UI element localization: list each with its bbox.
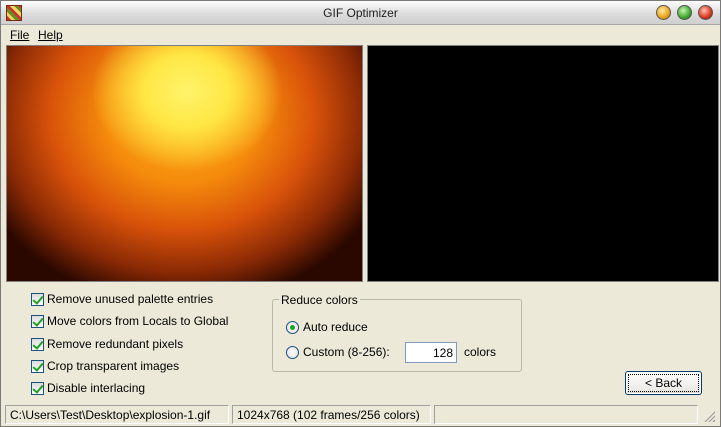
app-window: GIF Optimizer File Help Remove unused pa… (0, 0, 721, 427)
option-remove-unused-palette[interactable]: Remove unused palette entries (31, 291, 213, 307)
radio-auto-reduce-row[interactable]: Auto reduce (286, 319, 368, 335)
radio-auto-reduce[interactable] (286, 320, 299, 334)
minimize-button[interactable] (656, 5, 671, 20)
menu-file[interactable]: File (10, 28, 29, 42)
option-move-colors-global[interactable]: Move colors from Locals to Global (31, 313, 228, 329)
radio-custom[interactable] (286, 345, 299, 359)
custom-colors-input[interactable] (405, 342, 457, 363)
optimized-preview (367, 45, 719, 282)
resize-grip-icon[interactable] (703, 410, 715, 422)
close-button[interactable] (698, 5, 713, 20)
menu-help-label: Help (38, 28, 63, 42)
status-extra (434, 405, 698, 424)
menu-help[interactable]: Help (38, 28, 63, 42)
reduce-colors-group (272, 299, 522, 372)
radio-custom-row[interactable]: Custom (8-256): (286, 344, 390, 360)
radio-auto-reduce-label: Auto reduce (303, 320, 368, 334)
option-crop-transparent[interactable]: Crop transparent images (31, 358, 179, 374)
menu-file-label: File (10, 28, 30, 42)
checkbox-remove-unused-palette[interactable] (31, 292, 44, 306)
back-button[interactable]: < Back (625, 371, 702, 395)
checkbox-remove-redundant-pixels[interactable] (31, 337, 44, 351)
status-bar: C:\Users\Test\Desktop\explosion-1.gif 10… (1, 403, 720, 426)
status-image-info: 1024x768 (102 frames/256 colors) (232, 405, 431, 424)
original-preview (6, 45, 363, 282)
checkbox-crop-transparent[interactable] (31, 359, 44, 373)
option-disable-interlacing[interactable]: Disable interlacing (31, 380, 145, 396)
radio-custom-label: Custom (8-256): (303, 345, 390, 359)
colors-unit-label: colors (464, 345, 497, 359)
menu-bar: File Help (1, 26, 720, 43)
maximize-button[interactable] (677, 5, 692, 20)
option-remove-redundant-pixels[interactable]: Remove redundant pixels (31, 336, 183, 352)
option-label: Crop transparent images (47, 359, 180, 373)
status-file-path: C:\Users\Test\Desktop\explosion-1.gif (5, 405, 229, 424)
option-label: Remove redundant pixels (47, 337, 184, 351)
window-title: GIF Optimizer (323, 6, 398, 20)
title-bar[interactable]: GIF Optimizer (1, 1, 720, 25)
option-label: Disable interlacing (47, 381, 146, 395)
option-label: Move colors from Locals to Global (47, 314, 229, 328)
option-label: Remove unused palette entries (47, 292, 214, 306)
checkbox-disable-interlacing[interactable] (31, 381, 44, 395)
checkbox-move-colors-global[interactable] (31, 314, 44, 328)
reduce-colors-title: Reduce colors (279, 293, 360, 307)
